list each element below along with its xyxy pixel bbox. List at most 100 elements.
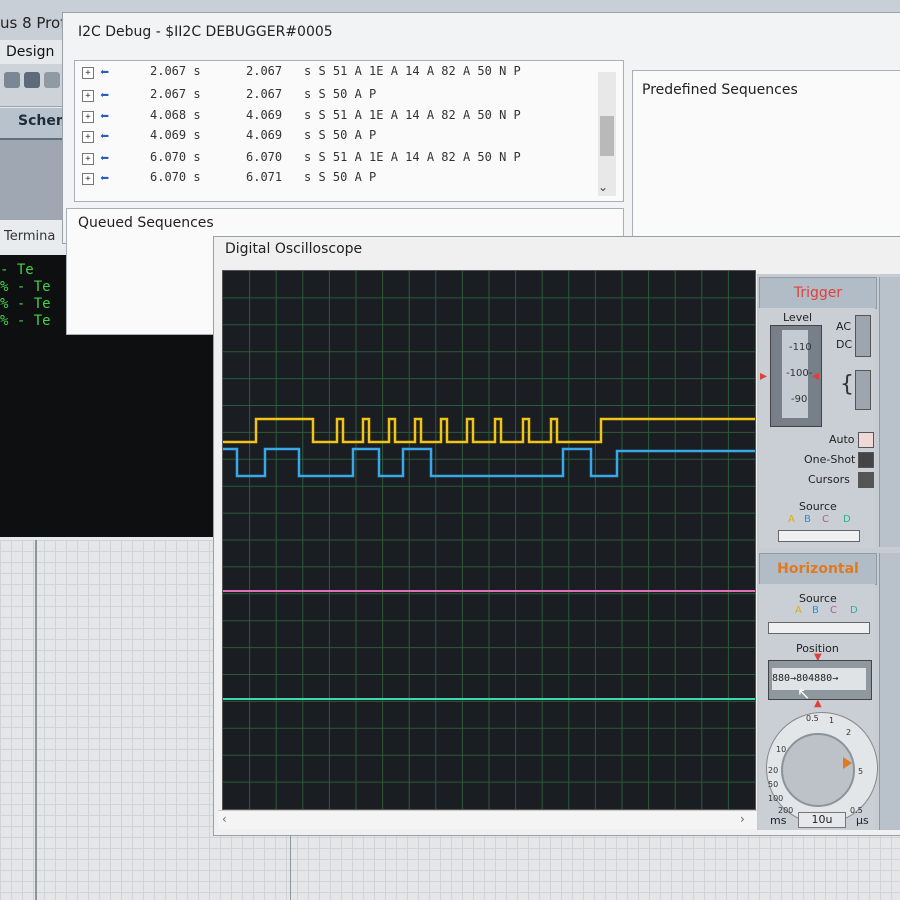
cursors-checkbox[interactable] (858, 472, 874, 488)
level-tick: -100- (786, 368, 813, 379)
log-sequence: s S 51 A 1E A 14 A 82 A 50 N P (304, 150, 521, 164)
dial-label: 2 (846, 728, 852, 737)
log-sequence: s S 50 A P (304, 128, 377, 142)
oscilloscope-hscrollbar[interactable] (218, 810, 758, 829)
trigger-header: Trigger (759, 277, 877, 309)
log-start-time: 2.067 s (150, 64, 201, 78)
log-start-time: 6.070 s (150, 170, 201, 184)
level-tick: -110 (789, 342, 812, 353)
arrow-left-icon: ⬅ (100, 107, 110, 125)
terminal-line: % - Te (0, 313, 51, 329)
ac-label: AC (836, 320, 852, 333)
trigger-source-slider[interactable] (778, 530, 860, 542)
log-end-time: 6.070 (246, 150, 283, 164)
scroll-right-icon[interactable]: › (740, 812, 745, 826)
arrow-left-icon: ⬅ (100, 169, 110, 187)
scroll-left-icon[interactable]: ‹ (222, 812, 227, 826)
scope-grid (223, 271, 755, 809)
source-c[interactable]: C (822, 514, 829, 525)
log-start-time: 4.068 s (150, 108, 201, 122)
arrow-left-icon: ⬅ (100, 63, 110, 81)
log-sequence: s S 50 A P (304, 170, 377, 184)
timebase-knob[interactable] (781, 733, 855, 807)
timebase-unit-left: ms (770, 814, 787, 827)
oneshot-checkbox[interactable] (858, 452, 874, 468)
arrow-left-icon: ⬅ (100, 149, 110, 167)
oscilloscope-title: Digital Oscilloscope (225, 241, 363, 257)
log-start-time: 6.070 s (150, 150, 201, 164)
position-value[interactable]: 880→804880→ (772, 668, 866, 690)
coupling-ac-dc-switch[interactable] (855, 315, 871, 357)
expand-icon[interactable]: + (82, 173, 94, 185)
log-end-time: 4.069 (246, 108, 283, 122)
source-a[interactable]: A (788, 514, 795, 525)
terminal-tab-label: Termina (4, 229, 56, 244)
sheet-border (290, 830, 291, 900)
i2c-debug-title: I2C Debug - $II2C DEBUGGER#0005 (78, 24, 333, 40)
cursors-label: Cursors (808, 473, 850, 486)
auto-label: Auto (829, 433, 855, 446)
log-sequence: s S 51 A 1E A 14 A 82 A 50 N P (304, 64, 521, 78)
dial-label: 100 (768, 794, 784, 803)
log-sequence: s S 51 A 1E A 14 A 82 A 50 N P (304, 108, 521, 122)
trigger-source-label: Source (799, 500, 837, 513)
oscilloscope-screen[interactable] (222, 270, 756, 810)
timebase-unit-right: µs (856, 814, 869, 827)
expand-icon[interactable]: + (82, 90, 94, 102)
horizontal-source-slider[interactable] (768, 622, 870, 634)
log-end-time: 6.071 (246, 170, 283, 184)
horizontal-source-label: Source (799, 592, 837, 605)
expand-icon[interactable]: + (82, 153, 94, 165)
log-start-time: 2.067 s (150, 87, 201, 101)
log-end-time: 2.067 (246, 64, 283, 78)
dial-label: 50 (768, 780, 779, 789)
log-scrollbar-thumb[interactable] (600, 116, 614, 156)
source-b[interactable]: B (804, 514, 811, 525)
trigger-edge-switch[interactable] (855, 370, 871, 410)
position-marker-icon: ▲ (814, 698, 822, 709)
log-end-time: 2.067 (246, 87, 283, 101)
log-sequence: s S 50 A P (304, 87, 377, 101)
log-end-time: 4.069 (246, 128, 283, 142)
oneshot-label: One-Shot (804, 453, 856, 466)
dc-label: DC (836, 338, 853, 351)
scroll-down-icon[interactable]: ⌄ (598, 180, 608, 194)
edge-brace-icon: { (840, 372, 854, 397)
predefined-sequences-label: Predefined Sequences (642, 82, 798, 98)
component-icon[interactable] (24, 72, 40, 88)
expand-icon[interactable]: + (82, 111, 94, 123)
level-marker-icon: ▸ (760, 368, 768, 384)
queued-sequences-label: Queued Sequences (78, 215, 214, 231)
timebase-value[interactable]: 10u (798, 812, 846, 828)
source-d[interactable]: D (843, 514, 851, 525)
terminal-line: % - Te (0, 296, 51, 312)
expand-icon[interactable]: + (82, 131, 94, 143)
channel-panel-stub (879, 277, 900, 547)
source-d[interactable]: D (850, 605, 858, 616)
arrow-left-icon: ⬅ (100, 86, 110, 104)
expand-icon[interactable]: + (82, 67, 94, 79)
arrow-left-icon: ⬅ (100, 127, 110, 145)
channel-panel-stub (879, 553, 900, 830)
dial-label: 1 (829, 716, 835, 725)
source-a[interactable]: A (795, 605, 802, 616)
dial-label: 20 (768, 766, 779, 775)
tool-icon[interactable] (44, 72, 60, 88)
settings-gear-icon[interactable] (4, 72, 20, 88)
log-start-time: 4.069 s (150, 128, 201, 142)
mouse-cursor-icon: ↖ (797, 684, 811, 703)
terminal-line: - Te (0, 262, 34, 278)
auto-checkbox[interactable] (858, 432, 874, 448)
trigger-level-label: Level (783, 311, 813, 324)
dial-pointer-icon (843, 757, 852, 769)
menu-design[interactable]: Design (6, 44, 54, 60)
schematic-preview (0, 140, 71, 220)
level-tick: -90 (791, 394, 808, 405)
dial-label: 5 (858, 767, 864, 776)
source-c[interactable]: C (830, 605, 837, 616)
sheet-border (35, 540, 37, 900)
level-marker-icon: ◂ (812, 368, 820, 384)
horizontal-header: Horizontal (759, 553, 877, 585)
source-b[interactable]: B (812, 605, 819, 616)
dial-label: 0.5 (806, 714, 819, 723)
